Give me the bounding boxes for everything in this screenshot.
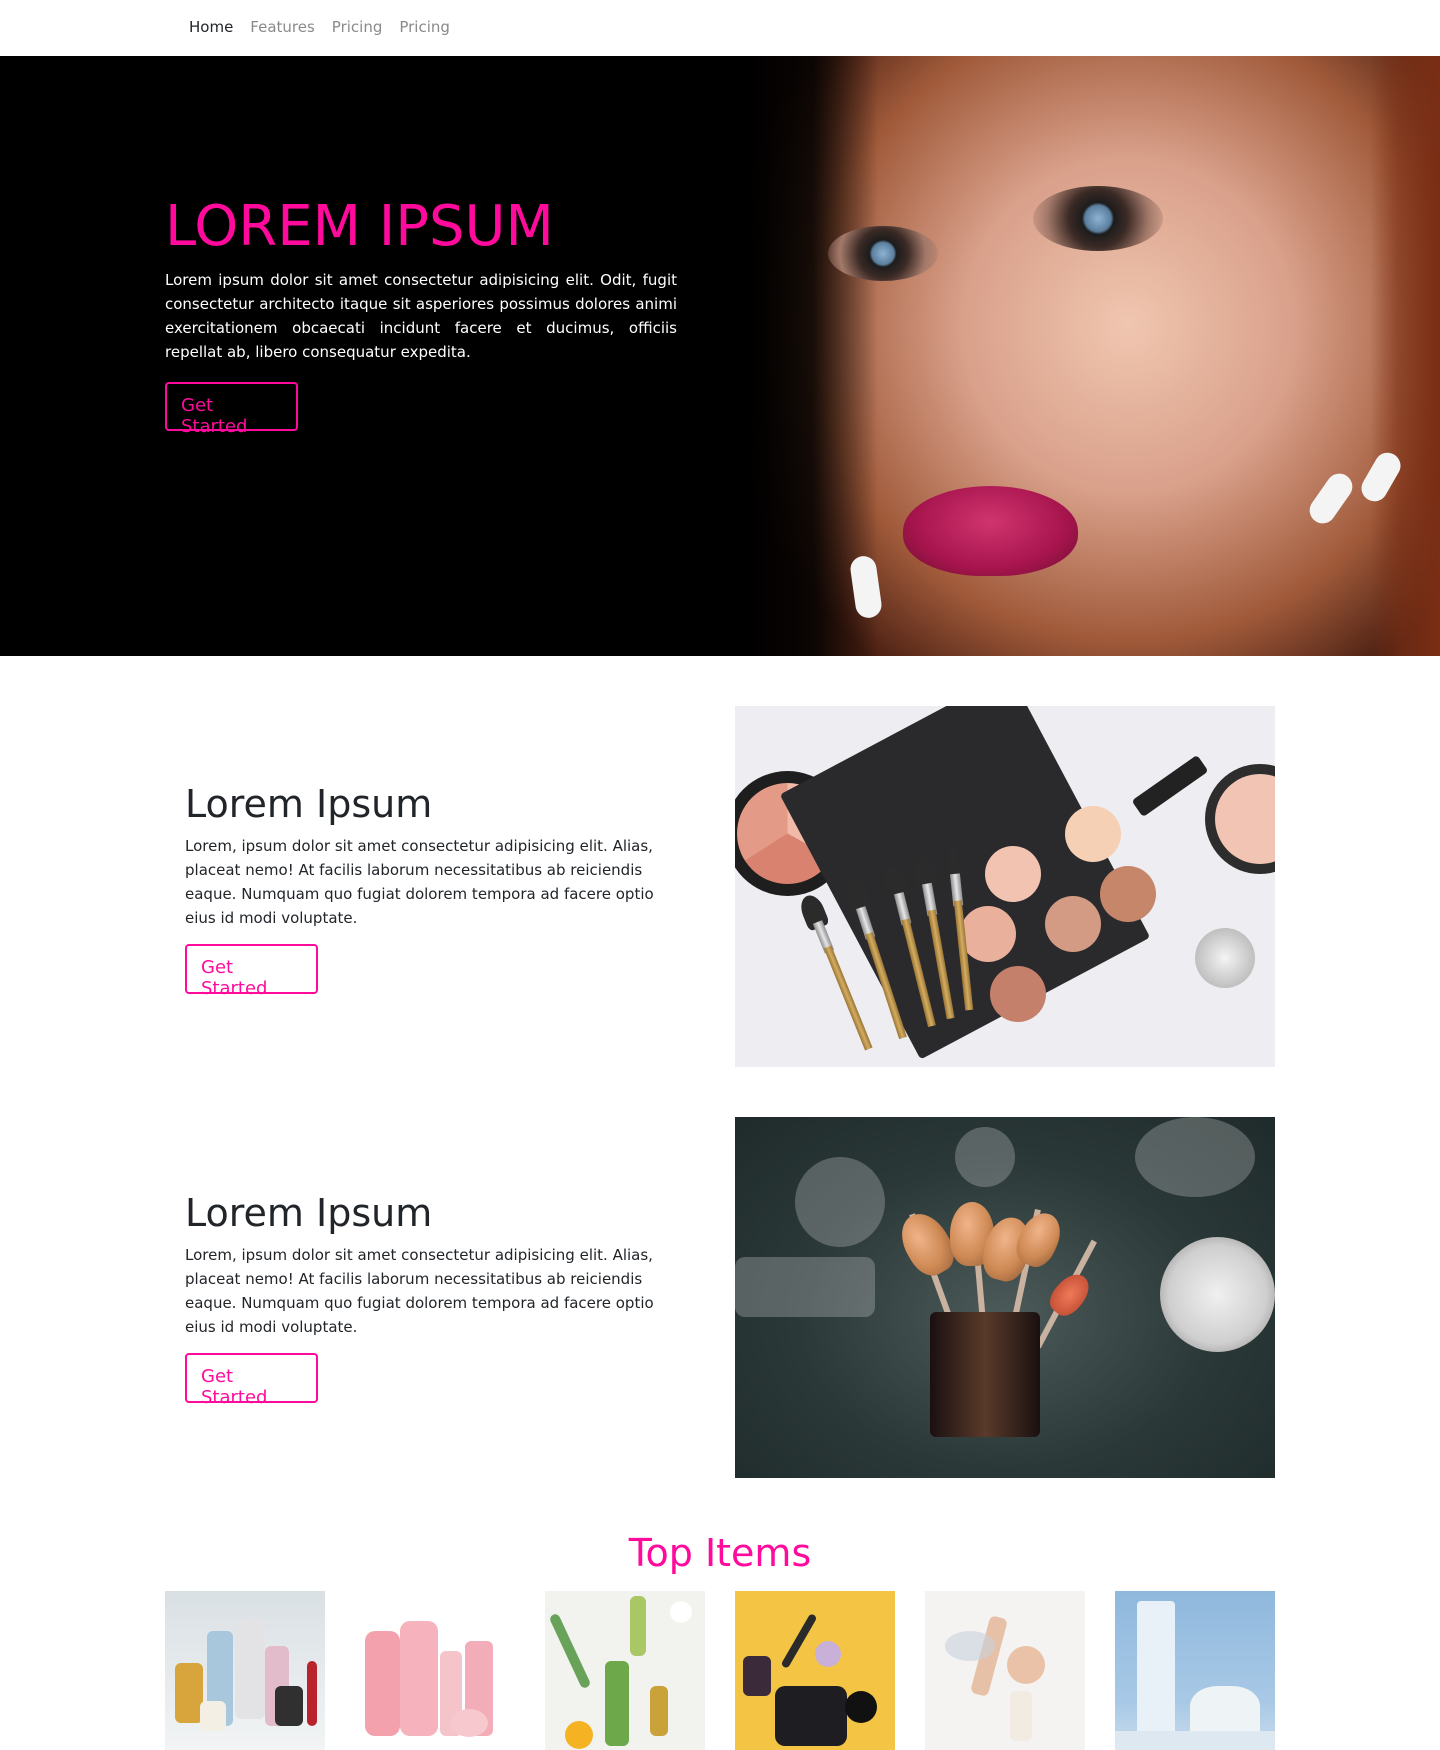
bokeh <box>955 1127 1015 1187</box>
hero-image-hair <box>1370 56 1440 656</box>
navbar: Home Features Pricing Pricing <box>0 0 1440 56</box>
product-bottle <box>605 1661 629 1746</box>
product-bottle <box>235 1619 265 1719</box>
product-bottle <box>845 1691 877 1723</box>
hero-model-image <box>748 56 1440 656</box>
top-items-title: Top Items <box>628 1531 812 1575</box>
product-bottle <box>650 1686 668 1736</box>
nav-link-features[interactable]: Features <box>250 18 315 36</box>
shade <box>1100 866 1156 922</box>
product-bottle <box>815 1641 841 1667</box>
cosmetic-jar <box>1160 1237 1275 1352</box>
top-item-1-image[interactable] <box>165 1591 325 1750</box>
nav-link-pricing[interactable]: Pricing <box>332 18 383 36</box>
feature-get-started-button[interactable]: Get Started <box>185 944 318 999</box>
product-bottle <box>1137 1601 1175 1746</box>
bokeh <box>1135 1117 1255 1197</box>
brush-cup <box>930 1312 1040 1437</box>
hero-image-lips <box>903 486 1078 576</box>
feature-title: Lorem Ipsum <box>185 782 433 826</box>
top-items-gallery <box>165 1591 1275 1750</box>
nav-link-pricing-2[interactable]: Pricing <box>399 18 450 36</box>
feature-text-2: Lorem Ipsum Lorem, ipsum dolor sit amet … <box>185 1189 685 1408</box>
top-item-2-image[interactable] <box>355 1591 515 1750</box>
product-bottle <box>945 1631 995 1661</box>
top-item-4-image[interactable] <box>735 1591 895 1750</box>
feature-get-started-button[interactable]: Get Started <box>185 1353 318 1408</box>
product-bottle <box>275 1686 303 1726</box>
lipstick <box>1131 754 1209 818</box>
product-bottle <box>548 1612 592 1690</box>
shade <box>1065 806 1121 862</box>
nav-links: Home Features Pricing Pricing <box>189 18 450 36</box>
hero-content: LOREM IPSUM Lorem ipsum dolor sit amet c… <box>165 194 677 437</box>
product-bottle <box>200 1701 226 1731</box>
feature-row-2: Lorem Ipsum Lorem, ipsum dolor sit amet … <box>0 1117 1440 1478</box>
product-bottle <box>670 1601 692 1623</box>
hero-section: LOREM IPSUM Lorem ipsum dolor sit amet c… <box>0 56 1440 656</box>
product-bottle <box>1010 1691 1032 1741</box>
product-bottle <box>450 1709 488 1737</box>
feature-description: Lorem, ipsum dolor sit amet consectetur … <box>185 1246 654 1336</box>
hero-get-started-button[interactable]: Get Started <box>165 382 298 437</box>
bokeh <box>795 1157 885 1247</box>
product-bottle <box>175 1663 203 1723</box>
product-bottle <box>630 1596 646 1656</box>
hero-image-eye-left <box>828 226 938 281</box>
bokeh <box>735 1257 875 1317</box>
product-bottle <box>1190 1686 1260 1736</box>
hero-image-nail <box>1304 468 1358 529</box>
hero-image-eye-right <box>1033 186 1163 251</box>
product-bottle <box>307 1661 317 1726</box>
shade <box>1045 896 1101 952</box>
hero-description: Lorem ipsum dolor sit amet consectetur a… <box>165 271 677 361</box>
feature-title: Lorem Ipsum <box>185 1191 433 1235</box>
product-bottle <box>400 1621 438 1736</box>
top-item-5-image[interactable] <box>925 1591 1085 1750</box>
top-item-6-image[interactable] <box>1115 1591 1275 1750</box>
feature-description: Lorem, ipsum dolor sit amet consectetur … <box>185 837 654 927</box>
shade <box>990 966 1046 1022</box>
product-bottle <box>780 1613 818 1669</box>
shade <box>985 846 1041 902</box>
hero-title: LOREM IPSUM <box>165 194 554 259</box>
nav-link-home[interactable]: Home <box>189 18 233 36</box>
top-item-3-image[interactable] <box>545 1591 705 1750</box>
product-bottle <box>743 1656 771 1696</box>
makeup-palette-image <box>735 706 1275 1067</box>
feature-text-1: Lorem Ipsum Lorem, ipsum dolor sit amet … <box>185 780 685 999</box>
product-bottle <box>1115 1731 1275 1750</box>
product-bottle <box>565 1721 593 1749</box>
product-bottle <box>365 1631 400 1736</box>
product-bottle <box>775 1686 847 1746</box>
product-bottle <box>1007 1646 1045 1684</box>
makeup-brushes-image <box>735 1117 1275 1478</box>
feature-row-1: Lorem Ipsum Lorem, ipsum dolor sit amet … <box>0 706 1440 1067</box>
mirror-compact <box>1195 928 1255 988</box>
